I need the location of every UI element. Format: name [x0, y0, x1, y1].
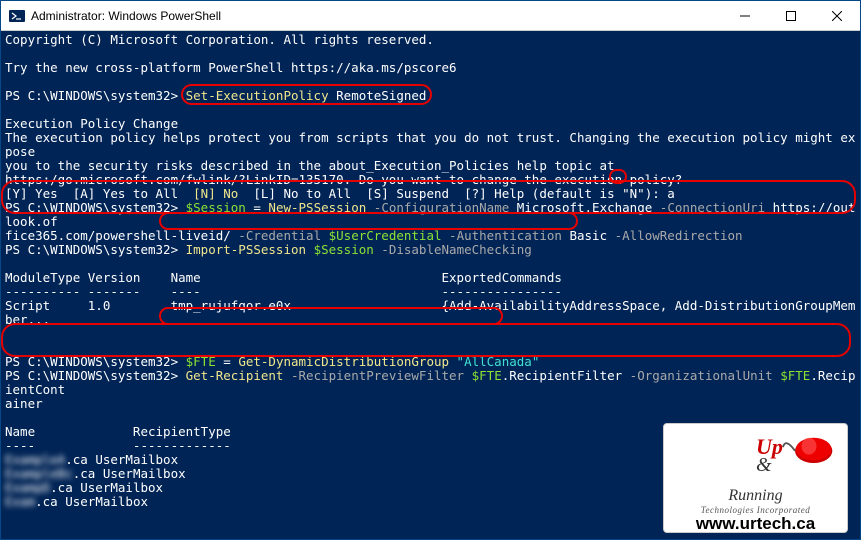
terminal-output[interactable]: Copyright (C) Microsoft Corporation. All…	[1, 31, 860, 539]
policy-title: Execution Policy Change	[5, 116, 178, 131]
mouse-icon	[781, 430, 837, 468]
ps-prompt: PS C:\WINDOWS\system32>	[5, 354, 178, 369]
cmd-set-executionpolicy: Set-ExecutionPolicy	[186, 88, 329, 103]
cmd-import-pssession: Import-PSSession	[186, 242, 306, 257]
maximize-button[interactable]	[768, 1, 814, 30]
list-item: ExampD.ca UserMailbox	[5, 480, 163, 495]
cmd-new-pssession: New-PSSession	[268, 200, 366, 215]
ps-prompt: PS C:\WINDOWS\system32>	[5, 242, 178, 257]
try-new-line: Try the new cross-platform PowerShell ht…	[5, 60, 457, 75]
ps-prompt: PS C:\WINDOWS\system32>	[5, 200, 178, 215]
cmd-get-dynamicdistributiongroup: Get-DynamicDistributionGroup	[238, 354, 449, 369]
titlebar[interactable]: Administrator: Windows PowerShell	[1, 1, 860, 31]
ps-prompt: PS C:\WINDOWS\system32>	[5, 88, 178, 103]
list-item: ExampleBc.ca UserMailbox	[5, 466, 186, 481]
fte-var: $FTE	[186, 354, 216, 369]
watermark-logo: Up & Running Technologies Incorporated w…	[663, 423, 848, 533]
session-var: $Session	[186, 200, 246, 215]
table-header: ModuleType Version Name ExportedCommands	[5, 270, 562, 285]
logo-url: www.urtech.ca	[696, 517, 815, 531]
minimize-button[interactable]	[722, 1, 768, 30]
copyright-line: Copyright (C) Microsoft Corporation. All…	[5, 32, 434, 47]
cmd-get-recipient: Get-Recipient	[186, 368, 284, 383]
list-item: ExampleA.ca UserMailbox	[5, 452, 178, 467]
window-controls	[722, 1, 860, 30]
close-button[interactable]	[814, 1, 860, 30]
powershell-icon	[9, 8, 25, 24]
powershell-window: Administrator: Windows PowerShell Copyri…	[0, 0, 861, 540]
table-row: Script 1.0 tmp_rujufqor.e0x {Add-Availab…	[5, 298, 855, 327]
ps-prompt: PS C:\WINDOWS\system32>	[5, 536, 178, 539]
cursor: _	[186, 536, 194, 539]
list-item: Exam.ca UserMailbox	[5, 494, 148, 509]
recipient-header: Name RecipientType	[5, 424, 231, 439]
ps-prompt: PS C:\WINDOWS\system32>	[5, 368, 178, 383]
window-title: Administrator: Windows PowerShell	[31, 9, 722, 23]
annotation-highlight	[1, 323, 851, 357]
